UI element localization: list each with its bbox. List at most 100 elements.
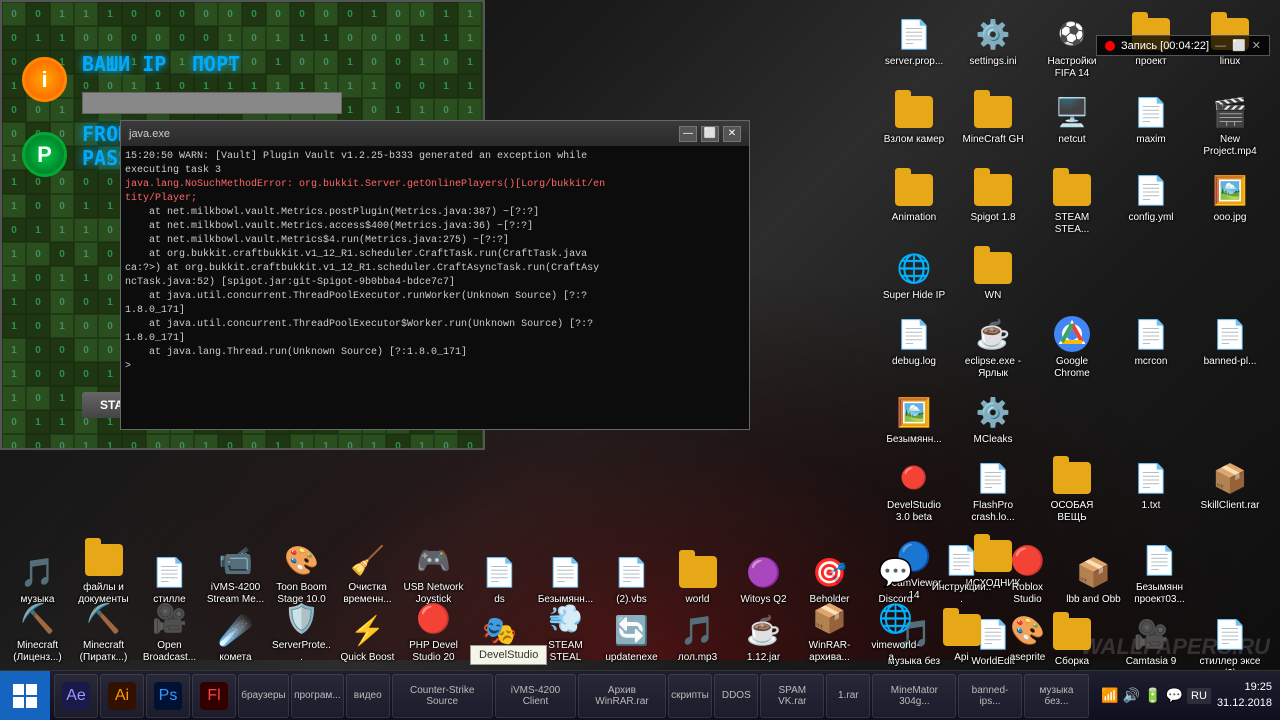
icon-config-yml[interactable]: 📄 config.yml <box>1116 166 1186 240</box>
icon-winrar[interactable]: 📦 WinRAR-архива... <box>797 594 862 668</box>
taskbar-ai[interactable]: Ai <box>100 674 144 718</box>
icon-google-chrome[interactable]: Google Chrome <box>1037 310 1107 384</box>
icon-osobaya-vesh[interactable]: ОСОБАЯ ВЕЩЬ <box>1037 454 1107 528</box>
tray-chat-icon[interactable]: 💬 <box>1166 687 1183 704</box>
language-button[interactable]: RU <box>1187 688 1211 704</box>
taskbar-counter-strike[interactable]: Counter-Strike Source <box>392 674 493 718</box>
obs-input-box[interactable] <box>82 92 342 114</box>
taskbar-ae[interactable]: Ae <box>54 674 98 718</box>
icon-server-prop[interactable]: 📄 server.prop... <box>879 10 949 84</box>
windows-logo-q1 <box>13 684 24 695</box>
taskbar-ddos[interactable]: DDOS <box>714 674 758 718</box>
icon-flashpro[interactable]: 📄 FlashPro crash.lo... <box>958 454 1028 528</box>
php-devel-icon: 🔴 <box>414 598 454 638</box>
beholder-icon: 🎯 <box>810 552 850 592</box>
java-console: java.exe — ⬜ ✕ 15:20:50 WARN: [Vault] Pl… <box>120 120 750 430</box>
icon-label-1txt: 1.txt <box>1142 500 1161 512</box>
icon-lol-mp3[interactable]: 🎵 лол.mp3 <box>665 606 730 668</box>
icon-bezymyan1[interactable]: 🖼️ Безымянн... <box>879 388 949 450</box>
console-line-14: 1.8.0_171] <box>125 332 745 346</box>
tray-sound-icon[interactable]: 🔊 <box>1123 687 1140 704</box>
bezymyan1-icon: 🖼️ <box>894 392 934 432</box>
icon-skillclient[interactable]: 📦 SkillClient.rar <box>1195 454 1265 528</box>
server-prote-icon: 🛡️ <box>282 598 322 638</box>
icon-new-project-mp4[interactable]: 🎬 New Project.mp4 <box>1195 88 1265 162</box>
icon-api[interactable]: Api <box>929 606 994 668</box>
taskbar-spam[interactable]: SPAM VK.rar <box>760 674 824 718</box>
taskbar-program[interactable]: програм... <box>291 674 344 718</box>
icon-animation[interactable]: Animation <box>879 166 949 240</box>
icon-minecraft-pirat[interactable]: ⛏️ Minecraft (Пиратк...) <box>71 594 136 668</box>
taskbar-ivms[interactable]: iVMS-4200 Client <box>495 674 577 718</box>
console-restore[interactable]: ⬜ <box>701 126 719 142</box>
recording-minimize[interactable]: — <box>1215 40 1226 52</box>
icon-aseprite[interactable]: 🎨 aseprite <box>995 606 1060 668</box>
icon-develstudio[interactable]: 🔴 DevelStudio 3.0 beta <box>879 454 949 528</box>
start-button[interactable] <box>0 671 50 720</box>
usb-joystick-icon: 🎮 <box>414 540 454 580</box>
icon-updatenexe[interactable]: 🔄 updatenexe <box>599 606 664 668</box>
windows-logo-q3 <box>13 697 24 708</box>
desktop: Запись [00:04:22] — ⬜ ✕ 0011100000000001… <box>0 0 1280 720</box>
icon-label-osobaya-vesh: ОСОБАЯ ВЕЩЬ <box>1039 500 1105 524</box>
icon-kometa[interactable]: ☄️ комета <box>203 606 268 668</box>
lbb-icon: 📦 <box>1074 552 1114 592</box>
icon-label-wn: WN <box>985 290 1002 302</box>
icon-server-prote[interactable]: 🛡️ ServerProte... <box>269 594 334 668</box>
icon-debug-log[interactable]: 📄 debug.log <box>879 310 949 384</box>
tooltip-develstudio: DevelStudio <box>470 645 547 665</box>
winrar-icon: 📦 <box>810 598 850 638</box>
icon-1jar[interactable]: ☕ 1.12.jar <box>731 606 796 668</box>
taskbar-video[interactable]: видео <box>346 674 390 718</box>
icon-minecraft-liz[interactable]: ⛏️ Minecraft (Лиценз...) <box>5 594 70 668</box>
console-line-2: executing task 3 <box>125 164 745 178</box>
bezymyan2-icon: 📄 <box>546 552 586 592</box>
icon-label-eclipse: eclipse.exe - Ярлык <box>960 356 1026 380</box>
fifa14-icon: ⚽ <box>1052 14 1092 54</box>
icon-mcrcon[interactable]: 📄 mcrcon <box>1116 310 1186 384</box>
new-project-mp4-icon: 🎬 <box>1210 92 1250 132</box>
taskbar-mineMator[interactable]: MineMator 304g... <box>872 674 956 718</box>
icon-open-broadcast[interactable]: 🎥 Open Broadcast... <box>137 594 202 668</box>
icon-ooo-jpg[interactable]: 🖼️ ooo.jpg <box>1195 166 1265 240</box>
mcleaks-icon: ⚙️ <box>973 392 1013 432</box>
spacer2 <box>1116 244 1186 306</box>
icon-vimeworld[interactable]: 🌐 vimeworld-а... <box>863 594 928 668</box>
obs-info-icon: i <box>22 57 67 102</box>
pinned-apps-row: ⛏️ Minecraft (Лиценз...) ⛏️ Minecraft (П… <box>0 594 1280 668</box>
console-minimize[interactable]: — <box>679 126 697 142</box>
taskbar-brauzer[interactable]: браузеры <box>238 674 289 718</box>
icon-banned-pl[interactable]: 📄 banned-pl... <box>1195 310 1265 384</box>
icon-netcut[interactable]: 🖥️ netcut <box>1037 88 1107 162</box>
icon-super-hide-ip[interactable]: 🌐 Super Hide IP <box>879 244 949 306</box>
icon-spigot[interactable]: Spigot 1.8 <box>958 166 1028 240</box>
icon-settings-ini[interactable]: ⚙️ settings.ini <box>958 10 1028 84</box>
icon-vzlom-kamer[interactable]: Взлом камер <box>879 88 949 162</box>
witoys-icon: 🟣 <box>744 552 784 592</box>
recording-restore[interactable]: ⬜ <box>1232 39 1246 52</box>
flashpro-icon: 📄 <box>973 458 1013 498</box>
taskbar-archive[interactable]: Архив WinRAR.rar <box>578 674 665 718</box>
console-close[interactable]: ✕ <box>723 126 741 142</box>
recording-close[interactable]: ✕ <box>1252 39 1261 52</box>
taskbar-muzika2[interactable]: музыка без... <box>1024 674 1090 718</box>
icon-eclipse[interactable]: ☕ eclipse.exe - Ярлык <box>958 310 1028 384</box>
clock[interactable]: 19:25 31.12.2018 <box>1217 680 1272 711</box>
taskbar-scripts[interactable]: скрипты <box>668 674 713 718</box>
icon-wn[interactable]: WN <box>958 244 1028 306</box>
console-line-13: at java.util.concurrent.ThreadPoolExecut… <box>125 318 745 332</box>
taskbar-ps[interactable]: Ps <box>146 674 190 718</box>
icon-1txt[interactable]: 📄 1.txt <box>1116 454 1186 528</box>
taskbar-banned[interactable]: banned-ips... <box>958 674 1021 718</box>
tray-battery-icon[interactable]: 🔋 <box>1144 687 1161 704</box>
icon-quick-boost[interactable]: ⚡ Quick Boost <box>335 606 400 668</box>
taskbar-1rar-label: 1.rar <box>838 690 859 701</box>
icon-mcleaks[interactable]: ⚙️ MCleaks <box>958 388 1028 450</box>
icon-maxim[interactable]: 📄 maxim <box>1116 88 1186 162</box>
tray-network-icon[interactable]: 📶 <box>1101 687 1118 704</box>
taskbar-1rar[interactable]: 1.rar <box>826 674 870 718</box>
icon-steam-stea[interactable]: STEAM STEA... <box>1037 166 1107 240</box>
taskbar-fl[interactable]: Fl <box>192 674 236 718</box>
icon-php-devel[interactable]: 🔴 PHP Devel Studio 20 <box>401 594 466 668</box>
icon-minecraft-gh[interactable]: MineCraft GH <box>958 88 1028 162</box>
